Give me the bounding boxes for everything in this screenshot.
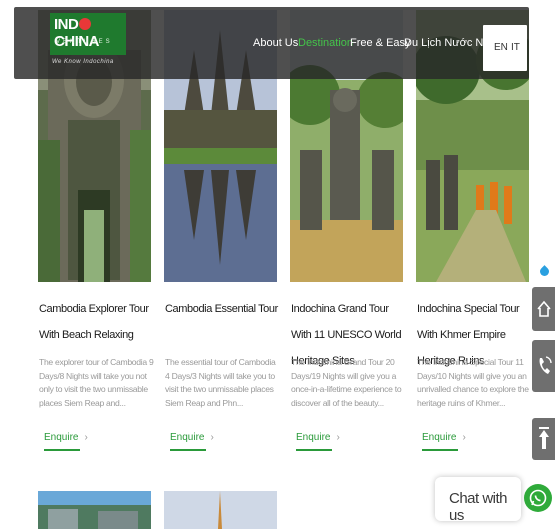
tour-image-next-row-2[interactable]	[164, 491, 277, 529]
tour-title-cambodia-essential[interactable]: Cambodia Essential Tour	[165, 296, 280, 322]
site-header: INDCHINA VENTURES We Know Indochina Abou…	[14, 7, 529, 79]
tour-title-cambodia-explorer[interactable]: Cambodia Explorer Tour With Beach Relaxi…	[39, 296, 154, 348]
location-pin-icon[interactable]	[538, 265, 551, 278]
chevron-right-icon: ›	[336, 432, 340, 443]
nav-about-us[interactable]: About Us	[253, 37, 298, 49]
tour-desc-indochina-special: The Indochina Special Tour 11 Days/10 Ni…	[417, 357, 529, 408]
logo[interactable]: INDCHINA VENTURES	[50, 13, 126, 55]
language-switcher: EN IT	[483, 25, 527, 71]
logo-subtitle: VENTURES	[56, 39, 113, 45]
enquire-button-cambodia-explorer[interactable]: Enquire ›	[44, 432, 88, 451]
phone-ring-icon	[539, 356, 552, 374]
nav-free-easy[interactable]: Free & Easy	[350, 37, 411, 49]
chevron-right-icon: ›	[462, 432, 466, 443]
tour-desc-indochina-grand: The Indochina Grand Tour 20 Days/19 Nigh…	[291, 357, 402, 408]
whatsapp-icon	[529, 489, 547, 507]
logo-tagline: We Know Indochina	[52, 59, 114, 65]
chevron-right-icon: ›	[210, 432, 214, 443]
whatsapp-chat-button[interactable]	[524, 484, 552, 512]
logo-circle-icon	[79, 18, 92, 30]
scroll-top-icon	[538, 427, 549, 449]
lang-it[interactable]: IT	[511, 42, 520, 53]
call-tab[interactable]	[532, 340, 555, 392]
enquire-button-cambodia-essential[interactable]: Enquire ›	[170, 432, 214, 451]
lang-en[interactable]: EN	[494, 42, 508, 53]
home-tab[interactable]	[532, 287, 555, 331]
scroll-top-tab[interactable]	[532, 418, 555, 460]
enquire-button-indochina-grand[interactable]: Enquire ›	[296, 432, 340, 451]
chat-with-us-box[interactable]: Chat with us	[435, 477, 521, 524]
nav-destination[interactable]: Destination	[298, 37, 353, 49]
home-icon	[536, 300, 551, 317]
chat-label: Chat with us	[449, 490, 508, 524]
tour-desc-cambodia-explorer: The explorer tour of Cambodia 9 Days/8 N…	[39, 357, 154, 408]
enquire-button-indochina-special[interactable]: Enquire ›	[422, 432, 466, 451]
chevron-right-icon: ›	[84, 432, 88, 443]
tour-image-next-row-1[interactable]	[38, 491, 151, 529]
tour-desc-cambodia-essential: The essential tour of Cambodia 4 Days/3 …	[165, 357, 276, 408]
